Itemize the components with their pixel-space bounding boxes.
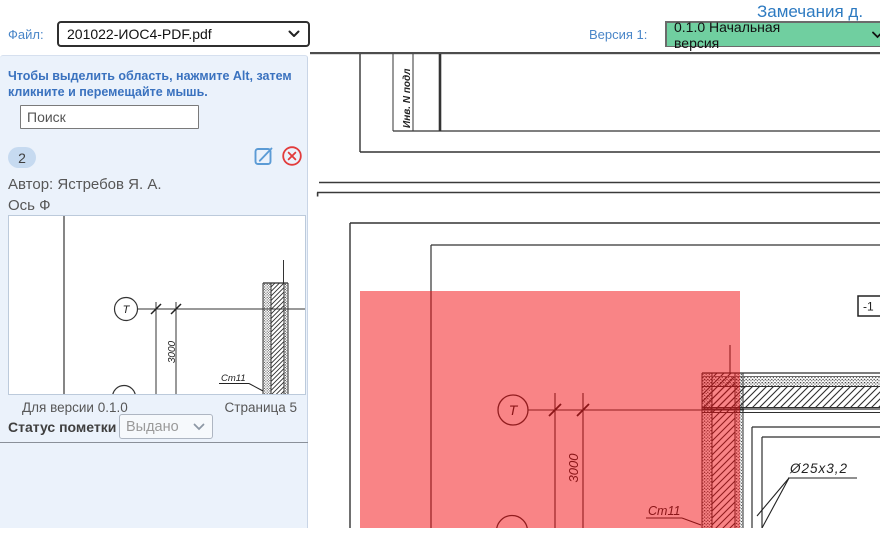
pdf-page-drawing: Инв. N подл Т 3000 xyxy=(310,52,880,528)
annotations-sidebar: Чтобы выделить область, нажмите Alt, зат… xyxy=(0,55,308,528)
status-dropdown-value: Выдано xyxy=(126,419,179,435)
edit-icon[interactable] xyxy=(252,144,276,168)
file-dropdown[interactable]: 201022-ИОС4-PDF.pdf xyxy=(57,21,310,47)
annotation-author: Автор: Ястребов Я. А. xyxy=(8,176,162,193)
top-toolbar: Замечания д. Файл: 201022-ИОС4-PDF.pdf В… xyxy=(0,0,880,55)
file-label: Файл: xyxy=(8,27,44,42)
annotation-number-badge: 2 xyxy=(8,147,36,168)
thumbnail-drawing: Т 3000 Ст11 xyxy=(9,216,305,394)
version-dropdown-value: 0.1.0 Начальная версия xyxy=(674,19,810,51)
file-dropdown-value: 201022-ИОС4-PDF.pdf xyxy=(67,26,284,42)
pipe-mark: Ø25x3,2 xyxy=(789,461,848,476)
level-mark-box: -1 xyxy=(858,296,880,316)
annotation-thumbnail[interactable]: Т 3000 Ст11 xyxy=(8,215,306,395)
thumb-wall-mark: Ст11 xyxy=(221,373,246,384)
pdf-viewer[interactable]: Инв. N подл Т 3000 xyxy=(310,52,880,528)
stamp-column-text: Инв. N подл xyxy=(402,68,413,128)
annotation-version-note: Для версии 0.1.0 xyxy=(22,400,128,415)
search-input[interactable] xyxy=(20,105,199,129)
thumb-axis-letter: Т xyxy=(123,304,131,316)
annotation-highlight-region[interactable] xyxy=(360,291,740,528)
version-label: Версия 1: xyxy=(589,27,647,42)
version-dropdown[interactable]: 0.1.0 Начальная версия xyxy=(665,21,880,47)
viewer-top-border xyxy=(310,52,880,54)
status-label: Статус пометки xyxy=(8,419,116,435)
chevron-down-icon xyxy=(193,423,205,431)
selection-hint: Чтобы выделить область, нажмите Alt, зат… xyxy=(8,68,300,100)
card-divider xyxy=(0,442,308,443)
chevron-down-icon xyxy=(872,31,880,39)
chevron-down-icon xyxy=(288,30,300,38)
delete-icon[interactable] xyxy=(281,145,303,167)
annotation-title: Ось Ф xyxy=(8,197,51,214)
sheet1-fragment xyxy=(360,54,880,152)
status-dropdown[interactable]: Выдано xyxy=(119,414,213,439)
annotation-page-note: Страница 5 xyxy=(225,400,297,415)
level-mark: -1 xyxy=(863,300,874,314)
pipe-callout: Ø25x3,2 xyxy=(757,461,857,528)
thumb-dimension-text: 3000 xyxy=(167,340,178,363)
page-break-lines xyxy=(317,183,880,197)
